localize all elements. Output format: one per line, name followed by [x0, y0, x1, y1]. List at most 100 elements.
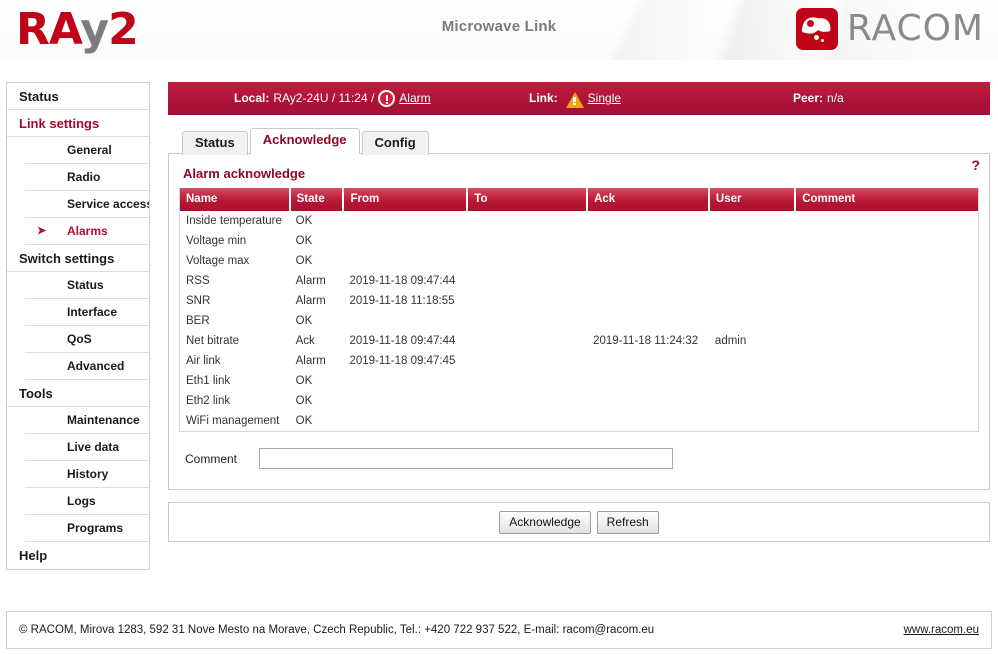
sidebar-item-tools[interactable]: Tools	[7, 380, 149, 407]
sidebar-item-radio[interactable]: Radio	[25, 164, 149, 191]
cell-to	[467, 291, 587, 311]
sidebar-item-status[interactable]: Status	[25, 272, 149, 299]
sidebar-item-status[interactable]: Status	[7, 83, 149, 110]
sidebar-item-help[interactable]: Help	[7, 542, 149, 569]
cell-name: Voltage max	[186, 255, 250, 267]
sidebar-item-label: Tools	[19, 386, 53, 401]
sidebar-item-label: Radio	[67, 170, 101, 184]
cell-from	[343, 251, 467, 271]
cell-comment	[795, 411, 978, 431]
cell-to	[467, 311, 587, 331]
column-header-to: To	[467, 188, 589, 211]
cell-user	[709, 291, 795, 311]
sidebar-item-label: Interface	[67, 305, 118, 319]
cell-user	[709, 271, 795, 291]
cell-state: OK	[295, 415, 313, 427]
cell-user	[709, 251, 795, 271]
cell-from	[343, 231, 467, 251]
status-local: Local: RAy2-24U / 11:24 / Alarm	[234, 82, 431, 115]
sidebar-item-programs[interactable]: Programs	[25, 515, 149, 542]
sidebar-item-live-data[interactable]: Live data	[25, 434, 149, 461]
cell-from	[343, 391, 467, 411]
status-alarm-link[interactable]: Alarm	[399, 82, 430, 115]
sidebar-item-label: Status	[19, 89, 59, 104]
cell-state: OK	[295, 235, 313, 247]
sidebar-item-alarms[interactable]: ➤ Alarms	[25, 218, 149, 245]
sidebar-item-label: Advanced	[67, 359, 125, 373]
sidebar-item-qos[interactable]: QoS	[25, 326, 149, 353]
alarm-table: Name State From To Ack User Comment Inside tem…	[180, 188, 978, 431]
status-link-label: Link:	[529, 91, 558, 105]
tab-status[interactable]: Status	[182, 131, 248, 155]
help-icon[interactable]: ?	[971, 157, 980, 173]
status-link: Link: Single	[529, 82, 621, 115]
comment-input[interactable]	[259, 448, 673, 469]
column-header-state: State	[289, 188, 345, 211]
sidebar-item-interface[interactable]: Interface	[25, 299, 149, 326]
sidebar-item-advanced[interactable]: Advanced	[25, 353, 149, 380]
tab-bar: Status Acknowledge Config	[168, 128, 990, 155]
sidebar-item-service-access[interactable]: Service access	[25, 191, 149, 218]
sidebar-item-label: Switch settings	[19, 251, 115, 266]
tab-acknowledge[interactable]: Acknowledge	[249, 128, 360, 154]
status-link-value[interactable]: Single	[588, 82, 621, 115]
cell-to	[467, 271, 587, 291]
table-row: Net bitrate Ack 2019-11-18 09:47:44 2019-11…	[180, 331, 978, 351]
cell-user	[709, 351, 795, 371]
cell-comment	[795, 291, 978, 311]
sidebar-item-maintenance[interactable]: Maintenance	[25, 407, 149, 434]
cell-state: OK	[295, 315, 313, 327]
tab-config[interactable]: Config	[361, 131, 429, 155]
sidebar-item-link-settings[interactable]: Link settings	[7, 110, 149, 137]
sidebar-item-label: General	[67, 143, 112, 157]
cell-comment	[795, 211, 978, 231]
cell-ack	[587, 391, 709, 411]
footer-website-link[interactable]: www.racom.eu	[904, 624, 979, 636]
cell-ack	[587, 271, 709, 291]
cell-comment	[795, 231, 978, 251]
action-button-bar: Acknowledge Refresh	[168, 502, 990, 542]
column-header-ack: Ack	[587, 188, 710, 211]
alarm-table-head: Name State From To Ack User Comment	[180, 188, 978, 211]
cell-user	[709, 411, 795, 431]
table-row: BER OK	[180, 311, 978, 331]
cell-to	[467, 351, 587, 371]
cell-comment	[795, 351, 978, 371]
alarm-table-body: Inside temperature OK Voltage min OK Voltage…	[180, 211, 978, 431]
sidebar-item-general[interactable]: General	[25, 137, 149, 164]
sidebar-item-history[interactable]: History	[25, 461, 149, 488]
acknowledge-button[interactable]: Acknowledge	[499, 510, 591, 534]
main-area: Status Link settings General Radio Service a…	[0, 60, 998, 600]
cell-name: Inside temperature	[186, 215, 282, 227]
cell-from: 2019-11-18 11:18:55	[349, 295, 455, 307]
alarm-table-header-row: Name State From To Ack User Comment	[180, 188, 978, 211]
cell-name: SNR	[186, 295, 211, 307]
device-status-bar: Local: RAy2-24U / 11:24 / Alarm Link: Si…	[168, 82, 990, 115]
table-row: SNR Alarm 2019-11-18 11:18:55	[180, 291, 978, 311]
status-peer: Peer: n/a	[793, 82, 844, 115]
cell-to	[467, 411, 587, 431]
cell-comment	[795, 331, 978, 351]
sidebar-item-switch-settings[interactable]: Switch settings	[7, 245, 149, 272]
cell-from	[343, 411, 467, 431]
sidebar-item-label: Help	[19, 548, 48, 563]
content-area: Local: RAy2-24U / 11:24 / Alarm Link: Si…	[168, 82, 990, 542]
cell-ack	[587, 211, 709, 231]
table-row: WiFi management OK	[180, 411, 978, 431]
panel-title: Alarm acknowledge	[183, 166, 306, 181]
sidebar-item-label: Programs	[67, 521, 124, 535]
sidebar-item-label: History	[67, 467, 109, 481]
racom-bird-icon	[795, 8, 838, 50]
cell-from	[343, 211, 467, 231]
cell-to	[467, 391, 587, 411]
cell-name: RSS	[186, 275, 210, 287]
comment-label: Comment	[185, 451, 238, 466]
refresh-button[interactable]: Refresh	[596, 510, 659, 534]
cell-ack	[587, 411, 709, 431]
page-header: RAy2 Microwave Link RACOM	[0, 0, 998, 60]
cell-state: OK	[295, 215, 313, 227]
cell-comment	[795, 251, 978, 271]
current-item-arrow-icon: ➤	[37, 225, 47, 237]
sidebar-item-logs[interactable]: Logs	[25, 488, 149, 515]
sidebar-item-label: Alarms	[67, 224, 108, 238]
